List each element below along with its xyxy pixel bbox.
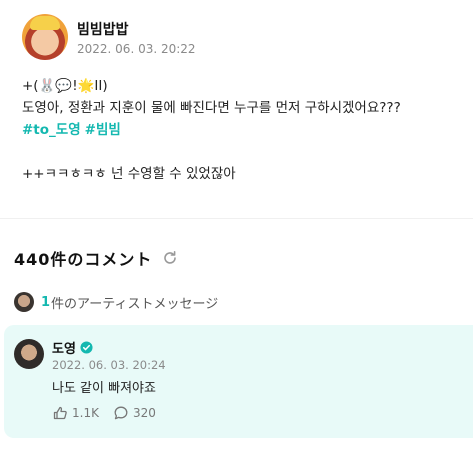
hashtag-to-doyoung[interactable]: #to_도영 bbox=[22, 122, 81, 138]
post-line-last: ++ㅋㅋㅎㅋㅎ 넌 수영할 수 있었잖아 bbox=[22, 166, 236, 182]
post-line-2: 도영아, 정환과 지훈이 물에 빠진다면 누구를 먼저 구하시겠어요??? bbox=[22, 100, 401, 116]
like-button[interactable]: 1.1K bbox=[52, 405, 99, 421]
post-author-name[interactable]: 빔빔밥밥 bbox=[77, 19, 196, 39]
reply-bubble-icon bbox=[114, 406, 128, 420]
verified-badge-icon bbox=[80, 341, 93, 354]
post-hashtags: #to_도영 #빔빔 bbox=[22, 119, 462, 141]
artist-comment-card: 도영 2022. 06. 03. 20:24 나도 같이 빠져야죠 1.1K 3… bbox=[4, 325, 473, 438]
hashtag-bimbim[interactable]: #빔빔 bbox=[85, 122, 121, 138]
post-body: +(🐰💬!🌟II) 도영아, 정환과 지훈이 물에 빠진다면 누구를 먼저 구하… bbox=[22, 75, 462, 185]
reply-button[interactable]: 320 bbox=[113, 405, 156, 421]
comment-text: 나도 같이 빠져야죠 bbox=[52, 381, 156, 396]
comment-author-avatar[interactable] bbox=[14, 339, 44, 369]
comment-author[interactable]: 도영 bbox=[52, 338, 93, 357]
comment-date: 2022. 06. 03. 20:24 bbox=[52, 358, 166, 372]
post-author-block: 빔빔밥밥 2022. 06. 03. 20:22 bbox=[77, 19, 196, 56]
comment-author-name: 도영 bbox=[52, 342, 76, 357]
reply-count: 320 bbox=[132, 406, 156, 420]
like-count: 1.1K bbox=[72, 406, 99, 420]
like-icon bbox=[53, 406, 67, 420]
artist-message-label: 件のアーティストメッセージ bbox=[51, 296, 219, 312]
post-author-avatar[interactable] bbox=[22, 14, 68, 60]
post-spacer bbox=[22, 141, 462, 163]
comments-count-title: 440件のコメント bbox=[14, 250, 153, 269]
artist-message-count: 1 bbox=[41, 294, 51, 310]
comments-header: 440件のコメント bbox=[14, 246, 178, 270]
refresh-icon[interactable] bbox=[162, 250, 178, 266]
post-header: 빔빔밥밥 2022. 06. 03. 20:22 bbox=[22, 14, 196, 60]
comment-actions: 1.1K 320 bbox=[52, 405, 170, 421]
post-line-1: +(🐰💬!🌟II) bbox=[22, 78, 108, 94]
section-divider bbox=[0, 218, 473, 219]
post-date: 2022. 06. 03. 20:22 bbox=[77, 41, 196, 56]
artist-message-link[interactable]: 1 件のアーティストメッセージ bbox=[14, 292, 218, 312]
artist-avatar bbox=[14, 292, 34, 312]
